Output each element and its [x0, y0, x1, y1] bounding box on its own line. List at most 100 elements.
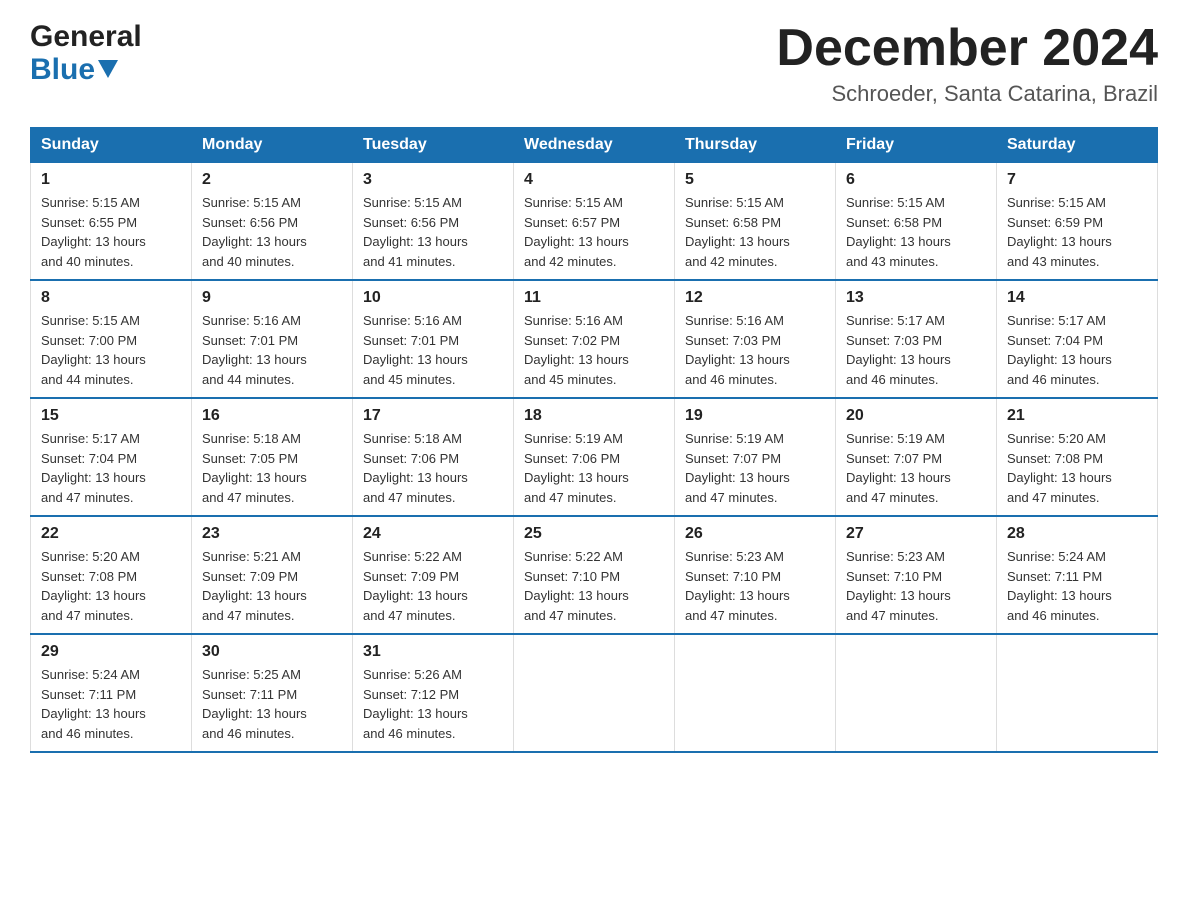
calendar-day-cell: 11 Sunrise: 5:16 AMSunset: 7:02 PMDaylig… [514, 280, 675, 398]
day-info: Sunrise: 5:15 AMSunset: 6:57 PMDaylight:… [524, 193, 664, 271]
day-number: 30 [202, 643, 342, 661]
day-number: 22 [41, 525, 181, 543]
logo-blue: Blue [30, 53, 95, 86]
calendar-day-cell: 12 Sunrise: 5:16 AMSunset: 7:03 PMDaylig… [675, 280, 836, 398]
day-info: Sunrise: 5:25 AMSunset: 7:11 PMDaylight:… [202, 665, 342, 743]
calendar-day-cell: 9 Sunrise: 5:16 AMSunset: 7:01 PMDayligh… [192, 280, 353, 398]
weekday-header-sunday: Sunday [31, 128, 192, 163]
calendar-day-cell: 6 Sunrise: 5:15 AMSunset: 6:58 PMDayligh… [836, 163, 997, 281]
calendar-table: SundayMondayTuesdayWednesdayThursdayFrid… [30, 127, 1158, 753]
day-info: Sunrise: 5:20 AMSunset: 7:08 PMDaylight:… [41, 547, 181, 625]
calendar-day-cell: 25 Sunrise: 5:22 AMSunset: 7:10 PMDaylig… [514, 516, 675, 634]
calendar-day-cell: 7 Sunrise: 5:15 AMSunset: 6:59 PMDayligh… [997, 163, 1158, 281]
day-number: 1 [41, 171, 181, 189]
day-number: 4 [524, 171, 664, 189]
calendar-day-cell: 14 Sunrise: 5:17 AMSunset: 7:04 PMDaylig… [997, 280, 1158, 398]
weekday-header-tuesday: Tuesday [353, 128, 514, 163]
day-info: Sunrise: 5:16 AMSunset: 7:02 PMDaylight:… [524, 311, 664, 389]
day-info: Sunrise: 5:20 AMSunset: 7:08 PMDaylight:… [1007, 429, 1147, 507]
calendar-day-cell: 22 Sunrise: 5:20 AMSunset: 7:08 PMDaylig… [31, 516, 192, 634]
day-info: Sunrise: 5:17 AMSunset: 7:04 PMDaylight:… [1007, 311, 1147, 389]
calendar-day-cell: 4 Sunrise: 5:15 AMSunset: 6:57 PMDayligh… [514, 163, 675, 281]
calendar-day-cell: 3 Sunrise: 5:15 AMSunset: 6:56 PMDayligh… [353, 163, 514, 281]
calendar-day-cell: 30 Sunrise: 5:25 AMSunset: 7:11 PMDaylig… [192, 634, 353, 752]
calendar-day-cell: 15 Sunrise: 5:17 AMSunset: 7:04 PMDaylig… [31, 398, 192, 516]
day-info: Sunrise: 5:17 AMSunset: 7:04 PMDaylight:… [41, 429, 181, 507]
day-info: Sunrise: 5:21 AMSunset: 7:09 PMDaylight:… [202, 547, 342, 625]
weekday-header-saturday: Saturday [997, 128, 1158, 163]
calendar-day-cell: 27 Sunrise: 5:23 AMSunset: 7:10 PMDaylig… [836, 516, 997, 634]
calendar-day-cell [514, 634, 675, 752]
calendar-day-cell: 18 Sunrise: 5:19 AMSunset: 7:06 PMDaylig… [514, 398, 675, 516]
calendar-day-cell: 16 Sunrise: 5:18 AMSunset: 7:05 PMDaylig… [192, 398, 353, 516]
day-info: Sunrise: 5:16 AMSunset: 7:01 PMDaylight:… [202, 311, 342, 389]
day-info: Sunrise: 5:18 AMSunset: 7:05 PMDaylight:… [202, 429, 342, 507]
day-number: 25 [524, 525, 664, 543]
day-info: Sunrise: 5:15 AMSunset: 6:56 PMDaylight:… [202, 193, 342, 271]
day-info: Sunrise: 5:15 AMSunset: 6:55 PMDaylight:… [41, 193, 181, 271]
day-number: 6 [846, 171, 986, 189]
calendar-day-cell: 28 Sunrise: 5:24 AMSunset: 7:11 PMDaylig… [997, 516, 1158, 634]
calendar-day-cell: 5 Sunrise: 5:15 AMSunset: 6:58 PMDayligh… [675, 163, 836, 281]
day-number: 23 [202, 525, 342, 543]
day-info: Sunrise: 5:18 AMSunset: 7:06 PMDaylight:… [363, 429, 503, 507]
day-info: Sunrise: 5:19 AMSunset: 7:07 PMDaylight:… [685, 429, 825, 507]
day-info: Sunrise: 5:19 AMSunset: 7:07 PMDaylight:… [846, 429, 986, 507]
calendar-day-cell: 8 Sunrise: 5:15 AMSunset: 7:00 PMDayligh… [31, 280, 192, 398]
day-info: Sunrise: 5:26 AMSunset: 7:12 PMDaylight:… [363, 665, 503, 743]
day-number: 19 [685, 407, 825, 425]
day-number: 31 [363, 643, 503, 661]
calendar-day-cell: 29 Sunrise: 5:24 AMSunset: 7:11 PMDaylig… [31, 634, 192, 752]
day-info: Sunrise: 5:23 AMSunset: 7:10 PMDaylight:… [685, 547, 825, 625]
day-number: 11 [524, 289, 664, 307]
weekday-header-row: SundayMondayTuesdayWednesdayThursdayFrid… [31, 128, 1158, 163]
calendar-day-cell: 10 Sunrise: 5:16 AMSunset: 7:01 PMDaylig… [353, 280, 514, 398]
calendar-week-row: 8 Sunrise: 5:15 AMSunset: 7:00 PMDayligh… [31, 280, 1158, 398]
day-number: 28 [1007, 525, 1147, 543]
page-header: General Blue December 2024 Schroeder, Sa… [30, 20, 1158, 107]
weekday-header-wednesday: Wednesday [514, 128, 675, 163]
day-info: Sunrise: 5:24 AMSunset: 7:11 PMDaylight:… [1007, 547, 1147, 625]
calendar-day-cell: 13 Sunrise: 5:17 AMSunset: 7:03 PMDaylig… [836, 280, 997, 398]
day-number: 21 [1007, 407, 1147, 425]
calendar-subtitle: Schroeder, Santa Catarina, Brazil [776, 81, 1158, 107]
day-info: Sunrise: 5:22 AMSunset: 7:09 PMDaylight:… [363, 547, 503, 625]
day-number: 3 [363, 171, 503, 189]
day-number: 2 [202, 171, 342, 189]
day-number: 9 [202, 289, 342, 307]
day-info: Sunrise: 5:15 AMSunset: 6:56 PMDaylight:… [363, 193, 503, 271]
day-number: 18 [524, 407, 664, 425]
day-number: 13 [846, 289, 986, 307]
calendar-day-cell: 31 Sunrise: 5:26 AMSunset: 7:12 PMDaylig… [353, 634, 514, 752]
weekday-header-friday: Friday [836, 128, 997, 163]
calendar-day-cell [997, 634, 1158, 752]
day-info: Sunrise: 5:24 AMSunset: 7:11 PMDaylight:… [41, 665, 181, 743]
calendar-day-cell: 23 Sunrise: 5:21 AMSunset: 7:09 PMDaylig… [192, 516, 353, 634]
calendar-day-cell: 19 Sunrise: 5:19 AMSunset: 7:07 PMDaylig… [675, 398, 836, 516]
day-info: Sunrise: 5:15 AMSunset: 6:58 PMDaylight:… [846, 193, 986, 271]
weekday-header-monday: Monday [192, 128, 353, 163]
day-number: 10 [363, 289, 503, 307]
weekday-header-thursday: Thursday [675, 128, 836, 163]
day-number: 16 [202, 407, 342, 425]
day-info: Sunrise: 5:16 AMSunset: 7:03 PMDaylight:… [685, 311, 825, 389]
day-info: Sunrise: 5:22 AMSunset: 7:10 PMDaylight:… [524, 547, 664, 625]
calendar-day-cell: 20 Sunrise: 5:19 AMSunset: 7:07 PMDaylig… [836, 398, 997, 516]
calendar-week-row: 1 Sunrise: 5:15 AMSunset: 6:55 PMDayligh… [31, 163, 1158, 281]
day-number: 5 [685, 171, 825, 189]
day-info: Sunrise: 5:15 AMSunset: 6:59 PMDaylight:… [1007, 193, 1147, 271]
calendar-week-row: 22 Sunrise: 5:20 AMSunset: 7:08 PMDaylig… [31, 516, 1158, 634]
day-info: Sunrise: 5:19 AMSunset: 7:06 PMDaylight:… [524, 429, 664, 507]
day-number: 14 [1007, 289, 1147, 307]
day-number: 7 [1007, 171, 1147, 189]
calendar-day-cell [675, 634, 836, 752]
day-info: Sunrise: 5:15 AMSunset: 7:00 PMDaylight:… [41, 311, 181, 389]
calendar-week-row: 29 Sunrise: 5:24 AMSunset: 7:11 PMDaylig… [31, 634, 1158, 752]
day-number: 8 [41, 289, 181, 307]
calendar-day-cell: 17 Sunrise: 5:18 AMSunset: 7:06 PMDaylig… [353, 398, 514, 516]
day-number: 17 [363, 407, 503, 425]
day-number: 24 [363, 525, 503, 543]
calendar-day-cell: 2 Sunrise: 5:15 AMSunset: 6:56 PMDayligh… [192, 163, 353, 281]
logo-general: General [30, 20, 142, 53]
logo: General Blue [30, 20, 142, 86]
